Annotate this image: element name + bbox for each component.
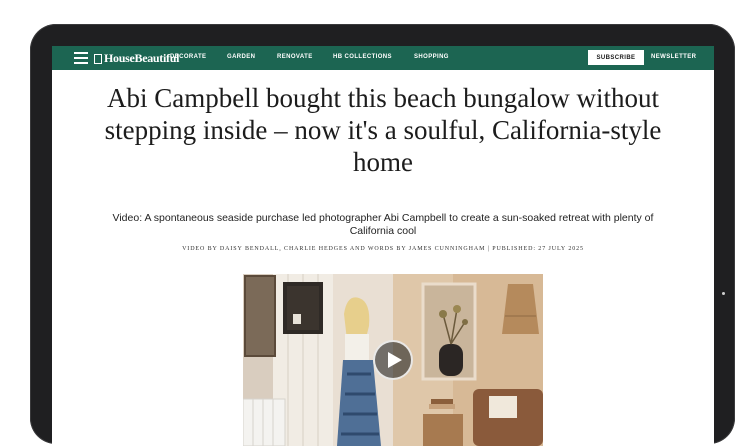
newsletter-link[interactable]: NEWSLETTER — [651, 54, 696, 60]
tablet-device: HouseBeautiful DECORATE GARDEN RENOVATE … — [30, 24, 735, 446]
nav-link-garden[interactable]: GARDEN — [227, 54, 255, 60]
video-player[interactable] — [243, 274, 543, 446]
logo-text: HouseBeautiful — [104, 51, 180, 65]
screen: HouseBeautiful DECORATE GARDEN RENOVATE … — [52, 46, 714, 446]
play-icon — [387, 352, 402, 368]
nav-link-shopping[interactable]: SHOPPING — [414, 54, 449, 60]
site-logo[interactable]: HouseBeautiful — [94, 51, 179, 66]
top-navigation-bar: HouseBeautiful DECORATE GARDEN RENOVATE … — [52, 46, 714, 70]
article-headline: Abi Campbell bought this beach bungalow … — [104, 83, 662, 177]
nav-link-decorate[interactable]: DECORATE — [170, 54, 206, 60]
article-dek: Video: A spontaneous seaside purchase le… — [112, 212, 654, 237]
nav-link-renovate[interactable]: RENOVATE — [277, 54, 313, 60]
logo-box-mark — [94, 53, 102, 64]
article-byline: VIDEO BY DAISY BENDALL, CHARLIE HEDGES A… — [182, 246, 584, 252]
nav-link-hb-collections[interactable]: HB COLLECTIONS — [333, 54, 392, 60]
video-play-button[interactable] — [373, 340, 413, 380]
camera-dot — [722, 292, 725, 295]
subscribe-button[interactable]: SUBSCRIBE — [588, 50, 644, 65]
hamburger-menu-icon[interactable] — [74, 52, 88, 64]
